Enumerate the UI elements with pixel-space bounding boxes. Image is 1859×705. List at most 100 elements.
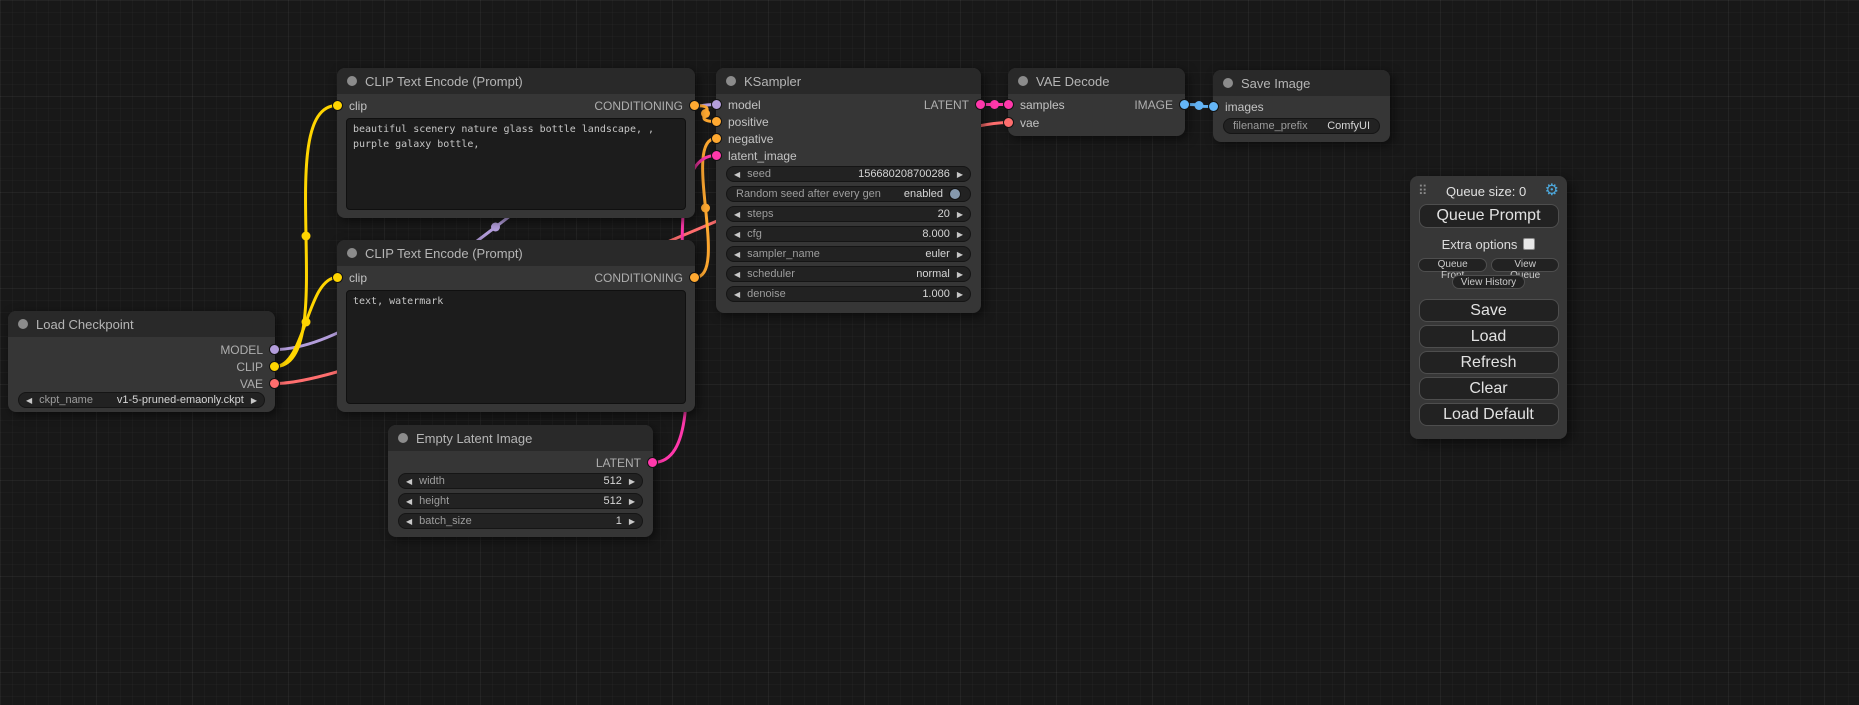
height-widget[interactable]: height 512 — [398, 493, 643, 509]
conditioning-output-dot[interactable] — [689, 100, 700, 111]
node-title-bar[interactable]: CLIP Text Encode (Prompt) — [337, 68, 695, 94]
collapse-dot-icon[interactable] — [726, 76, 736, 86]
node-title-bar[interactable]: KSampler — [716, 68, 981, 94]
node-title: Save Image — [1241, 76, 1310, 91]
decrement-icon[interactable] — [727, 210, 747, 219]
increment-icon[interactable] — [950, 210, 970, 219]
increment-icon[interactable] — [622, 477, 642, 486]
increment-icon[interactable] — [622, 497, 642, 506]
latent-image-input-dot[interactable] — [711, 150, 722, 161]
collapse-dot-icon[interactable] — [347, 248, 357, 258]
node-clip-text-encode-negative[interactable]: CLIP Text Encode (Prompt) clip CONDITION… — [337, 240, 695, 412]
collapse-dot-icon[interactable] — [18, 319, 28, 329]
load-workflow-button[interactable]: Load — [1419, 325, 1559, 348]
clip-output-dot[interactable] — [269, 361, 280, 372]
decrement-icon[interactable] — [399, 517, 419, 526]
node-title-bar[interactable]: CLIP Text Encode (Prompt) — [337, 240, 695, 266]
seed-control-toggle-icon[interactable] — [949, 188, 961, 200]
clear-button[interactable]: Clear — [1419, 377, 1559, 400]
slot-row-samples-image: samples IMAGE — [1008, 96, 1185, 113]
load-default-button[interactable]: Load Default — [1419, 403, 1559, 426]
prev-value-icon[interactable] — [727, 270, 747, 279]
cfg-widget[interactable]: cfg 8.000 — [726, 226, 971, 242]
prev-value-icon[interactable] — [19, 396, 39, 405]
link-midpoint-dot — [491, 223, 500, 232]
collapse-dot-icon[interactable] — [1223, 78, 1233, 88]
node-vae-decode[interactable]: VAE Decode samples IMAGE vae — [1008, 68, 1185, 136]
next-value-icon[interactable] — [950, 250, 970, 259]
node-title-bar[interactable]: VAE Decode — [1008, 68, 1185, 94]
decrement-icon[interactable] — [727, 170, 747, 179]
queue-panel-header: Queue size: 0 — [1418, 182, 1559, 200]
increment-icon[interactable] — [950, 230, 970, 239]
negative-prompt-textarea[interactable]: text, watermark — [346, 290, 686, 404]
positive-input-dot[interactable] — [711, 116, 722, 127]
save-workflow-button[interactable]: Save — [1419, 299, 1559, 322]
model-output-dot[interactable] — [269, 344, 280, 355]
queue-front-button[interactable]: Queue Front — [1418, 258, 1487, 272]
latent-output-dot[interactable] — [647, 457, 658, 468]
seed-widget[interactable]: seed 156680208700286 — [726, 166, 971, 182]
collapse-dot-icon[interactable] — [1018, 76, 1028, 86]
queue-prompt-button[interactable]: Queue Prompt — [1419, 204, 1559, 228]
ckpt-name-widget[interactable]: ckpt_name v1-5-pruned-emaonly.ckpt — [18, 392, 265, 408]
extra-options-row: Extra options — [1442, 236, 1536, 252]
settings-gear-icon[interactable] — [1545, 183, 1559, 199]
drag-handle-icon[interactable] — [1418, 182, 1428, 200]
next-value-icon[interactable] — [244, 396, 264, 405]
sampler-name-widget[interactable]: sampler_name euler — [726, 246, 971, 262]
collapse-dot-icon[interactable] — [347, 76, 357, 86]
samples-input-dot[interactable] — [1003, 99, 1014, 110]
node-title-bar[interactable]: Empty Latent Image — [388, 425, 653, 451]
link-clip — [275, 278, 337, 367]
refresh-button[interactable]: Refresh — [1419, 351, 1559, 374]
queue-size-label: Queue size: 0 — [1446, 184, 1526, 199]
node-ksampler[interactable]: KSampler model LATENT positive negative … — [716, 68, 981, 313]
negative-input-dot[interactable] — [711, 133, 722, 144]
collapse-dot-icon[interactable] — [398, 433, 408, 443]
conditioning-output-dot[interactable] — [689, 272, 700, 283]
node-title-bar[interactable]: Load Checkpoint — [8, 311, 275, 337]
positive-prompt-textarea[interactable]: beautiful scenery nature glass bottle la… — [346, 118, 686, 210]
steps-widget[interactable]: steps 20 — [726, 206, 971, 222]
prev-value-icon[interactable] — [727, 250, 747, 259]
increment-icon[interactable] — [950, 290, 970, 299]
seed-control-widget[interactable]: Random seed after every gen enabled — [726, 186, 971, 202]
images-input-dot[interactable] — [1208, 101, 1219, 112]
link-midpoint-dot — [701, 204, 710, 213]
denoise-widget[interactable]: denoise 1.000 — [726, 286, 971, 302]
increment-icon[interactable] — [950, 170, 970, 179]
node-empty-latent-image[interactable]: Empty Latent Image LATENT width 512 heig… — [388, 425, 653, 537]
decrement-icon[interactable] — [727, 230, 747, 239]
clip-input-dot[interactable] — [332, 272, 343, 283]
next-value-icon[interactable] — [950, 270, 970, 279]
node-title: CLIP Text Encode (Prompt) — [365, 246, 523, 261]
filename-prefix-widget[interactable]: filename_prefix ComfyUI — [1223, 118, 1380, 134]
width-widget[interactable]: width 512 — [398, 473, 643, 489]
node-clip-text-encode-positive[interactable]: CLIP Text Encode (Prompt) clip CONDITION… — [337, 68, 695, 218]
view-history-button[interactable]: View History — [1452, 275, 1525, 289]
vae-output-dot[interactable] — [269, 378, 280, 389]
node-load-checkpoint[interactable]: Load Checkpoint MODEL CLIP VAE ckpt_name… — [8, 311, 275, 412]
clip-input-dot[interactable] — [332, 100, 343, 111]
decrement-icon[interactable] — [727, 290, 747, 299]
scheduler-widget[interactable]: scheduler normal — [726, 266, 971, 282]
extra-options-checkbox[interactable] — [1523, 238, 1535, 250]
node-title-bar[interactable]: Save Image — [1213, 70, 1390, 96]
queue-panel: Queue size: 0 Queue Prompt Extra options… — [1410, 176, 1567, 439]
image-output-dot[interactable] — [1179, 99, 1190, 110]
slot-row-images: images — [1213, 98, 1390, 115]
latent-output-dot[interactable] — [975, 99, 986, 110]
link-midpoint-dot — [990, 100, 999, 109]
decrement-icon[interactable] — [399, 477, 419, 486]
node-save-image[interactable]: Save Image images filename_prefix ComfyU… — [1213, 70, 1390, 142]
view-queue-button[interactable]: View Queue — [1491, 258, 1559, 272]
vae-input-dot[interactable] — [1003, 117, 1014, 128]
link-midpoint-dot — [1195, 101, 1204, 110]
decrement-icon[interactable] — [399, 497, 419, 506]
model-input-dot[interactable] — [711, 99, 722, 110]
increment-icon[interactable] — [622, 517, 642, 526]
node-title: Empty Latent Image — [416, 431, 532, 446]
graph-canvas[interactable]: Load Checkpoint MODEL CLIP VAE ckpt_name… — [0, 0, 1859, 705]
batch-size-widget[interactable]: batch_size 1 — [398, 513, 643, 529]
